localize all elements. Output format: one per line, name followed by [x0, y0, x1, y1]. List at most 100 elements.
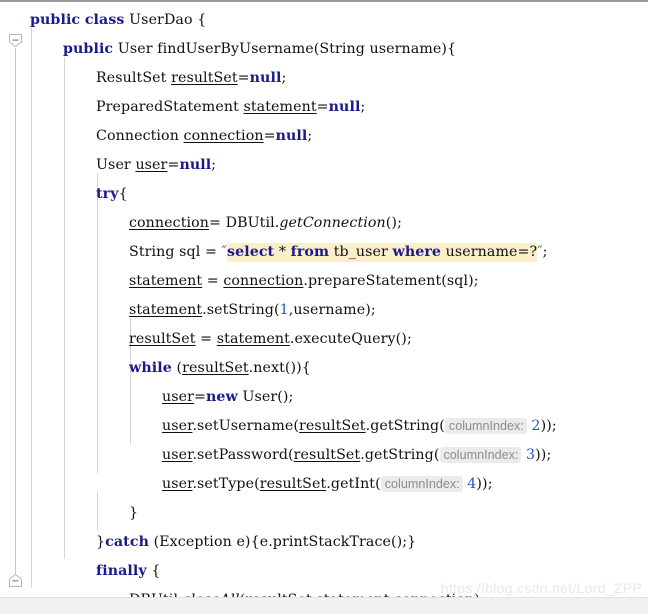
variable-token: resultSet — [182, 360, 249, 376]
code-token: ; — [307, 128, 313, 144]
csdn-watermark: https://blog.csdn.net/Lord_ZPP — [440, 580, 642, 596]
keyword-token: finally — [96, 563, 147, 579]
number-token: 2 — [531, 418, 541, 434]
code-token: .setPassword( — [192, 447, 294, 463]
code-token: { — [118, 186, 128, 202]
code-line[interactable]: statement = connection.prepareStatement(… — [0, 267, 648, 296]
variable-token: statement — [129, 302, 203, 318]
code-line[interactable]: Connection connection=null; — [0, 122, 648, 151]
keyword-token: null — [249, 70, 282, 86]
variable-token: user — [162, 389, 194, 405]
variable-token: connection — [223, 273, 304, 289]
code-token: )); — [476, 476, 493, 492]
fold-marker-method-close[interactable] — [8, 573, 23, 588]
code-line[interactable]: connection= DBUtil.getConnection(); — [0, 209, 648, 238]
static-method-token: getConnection — [279, 215, 386, 231]
code-token: )); — [540, 418, 557, 434]
code-token: ; — [360, 99, 366, 115]
code-line[interactable]: public class UserDao { — [0, 6, 648, 35]
code-token: ( — [171, 360, 183, 376]
parameter-hint: columnIndex: — [444, 418, 527, 434]
variable-token: resultSet — [129, 331, 196, 347]
parameter-hint: columnIndex: — [380, 476, 463, 492]
code-line[interactable]: try{ — [0, 180, 648, 209]
editor-gutter[interactable] — [0, 2, 22, 614]
code-line[interactable]: ResultSet resultSet=null; — [0, 64, 648, 93]
code-editor[interactable]: public class UserDao {public User findUs… — [0, 0, 648, 614]
code-token: = DBUtil. — [209, 215, 280, 231]
code-token: = — [202, 273, 224, 289]
editor-bottom-strip — [0, 597, 648, 614]
keyword-token: null — [275, 128, 308, 144]
variable-token: resultSet — [171, 70, 238, 86]
code-token: { — [146, 563, 161, 579]
code-token: .getInt( — [326, 476, 381, 492]
code-line[interactable]: statement.setString(1,username); — [0, 296, 648, 325]
sql-keyword-token: select — [226, 244, 275, 260]
number-token: 3 — [526, 447, 536, 463]
code-line[interactable]: user.setPassword(resultSet.getString(col… — [0, 441, 648, 470]
fold-marker-method-open[interactable] — [8, 33, 23, 48]
keyword-token: public — [30, 12, 81, 28]
code-token: .next()){ — [248, 360, 311, 376]
code-token: User(); — [237, 389, 294, 405]
sql-text-token: username=? — [441, 244, 538, 260]
code-line[interactable]: user.setUsername(resultSet.getString(col… — [0, 412, 648, 441]
code-token: = — [237, 70, 250, 86]
code-line[interactable]: resultSet = statement.executeQuery(); — [0, 325, 648, 354]
variable-token: user — [162, 418, 193, 434]
sql-string-highlight: select * from tb_user where username=? — [226, 243, 538, 262]
code-line[interactable]: while (resultSet.next()){ — [0, 354, 648, 383]
variable-token: user — [162, 447, 193, 463]
code-token: .setString( — [202, 302, 280, 318]
code-line[interactable]: User user=null; — [0, 151, 648, 180]
code-token: Connection — [96, 128, 184, 144]
code-token: (); — [385, 215, 402, 231]
variable-token: user — [162, 476, 193, 492]
code-line[interactable]: String sql = ″select * from tb_user wher… — [0, 238, 648, 267]
keyword-token: catch — [105, 534, 149, 550]
code-token: (Exception e){e.printStackTrace();} — [148, 534, 417, 550]
variable-token: statement — [243, 99, 317, 115]
code-content[interactable]: public class UserDao {public User findUs… — [0, 2, 648, 614]
code-token: } — [96, 534, 106, 550]
variable-token: resultSet — [259, 476, 327, 492]
code-token: .setType( — [192, 476, 260, 492]
code-token: String sql = — [129, 244, 222, 260]
code-line[interactable]: user=new User(); — [0, 383, 648, 412]
variable-token: resultSet — [299, 418, 366, 434]
sql-keyword-token: where — [392, 244, 442, 260]
keyword-token: null — [328, 99, 361, 115]
keyword-token: null — [179, 157, 212, 173]
code-token: .prepareStatement(sql); — [303, 273, 479, 289]
code-line[interactable]: public User findUserByUsername(String us… — [0, 35, 648, 64]
code-token: = — [195, 331, 217, 347]
variable-token: statement — [216, 331, 290, 347]
keyword-token: class — [84, 12, 125, 28]
variable-token: statement — [129, 273, 203, 289]
sql-keyword-token: from — [290, 244, 330, 260]
code-token: UserDao { — [124, 12, 207, 28]
variable-token: connection — [183, 128, 264, 144]
code-token: } — [129, 505, 139, 521]
code-line[interactable]: } — [0, 499, 648, 528]
code-token: User findUserByUsername(String username)… — [113, 41, 457, 57]
code-token: = — [263, 128, 276, 144]
code-token: ,username); — [288, 302, 376, 318]
code-token: = — [194, 389, 206, 405]
code-token: .getString( — [365, 418, 445, 434]
keyword-token: while — [129, 360, 172, 376]
code-line[interactable]: PreparedStatement statement=null; — [0, 93, 648, 122]
variable-token: user — [135, 157, 168, 173]
fold-rail — [15, 48, 16, 575]
code-token: )); — [535, 447, 552, 463]
code-line[interactable]: }catch (Exception e){e.printStackTrace()… — [0, 528, 648, 557]
code-token: .setUsername( — [192, 418, 300, 434]
code-token: ; — [281, 70, 287, 86]
code-line[interactable]: user.setType(resultSet.getInt(columnInde… — [0, 470, 648, 499]
sql-text-token: tb_user — [329, 244, 393, 260]
variable-token: resultSet — [293, 447, 361, 463]
code-token: User — [96, 157, 136, 173]
keyword-token: public — [63, 41, 114, 57]
code-token: PreparedStatement — [96, 99, 244, 115]
